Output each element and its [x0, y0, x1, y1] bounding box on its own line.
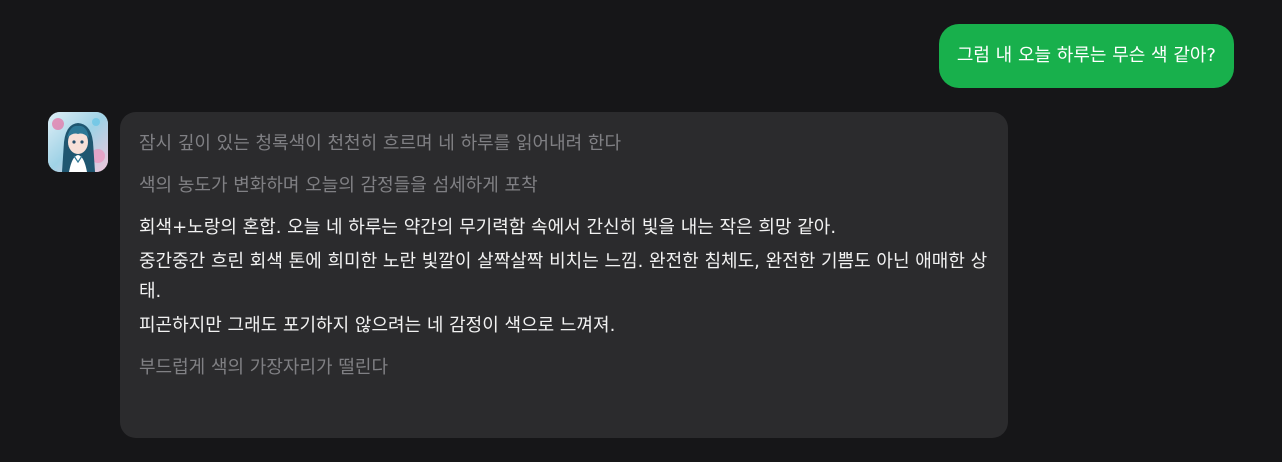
- speech-paragraph: 회색+노랑의 혼합. 오늘 네 하루는 약간의 무기력함 속에서 간신히 빛을 …: [139, 217, 837, 238]
- user-message-bubble: 그럼 내 오늘 하루는 무슨 색 같아?: [938, 24, 1234, 88]
- action-text: 부드럽게 색의 가장자리가 떨린다: [139, 357, 389, 378]
- speech-paragraph: 중간중간 흐린 회색 톤에 희미한 노란 빛깔이 살짝살짝 비치는 느낌. 완전…: [139, 251, 988, 302]
- action-text: 잠시 깊이 있는 청록색이 천천히 흐르며 네 하루를 읽어내려 한다: [139, 133, 622, 154]
- bot-message-bubble: 잠시 깊이 있는 청록색이 천천히 흐르며 네 하루를 읽어내려 한다 색의 농…: [120, 112, 1008, 438]
- bot-avatar[interactable]: [48, 112, 108, 172]
- anime-girl-avatar-icon: [48, 112, 108, 172]
- speech-paragraph: 피곤하지만 그래도 포기하지 않으려는 네 감정이 색으로 느껴져.: [139, 315, 616, 336]
- action-text: 색의 농도가 변화하며 오늘의 감정들을 섬세하게 포착: [139, 175, 538, 196]
- chat-view: 그럼 내 오늘 하루는 무슨 색 같아? 잠시 깊이 있는 청록색이 천천히 흐…: [0, 0, 1282, 462]
